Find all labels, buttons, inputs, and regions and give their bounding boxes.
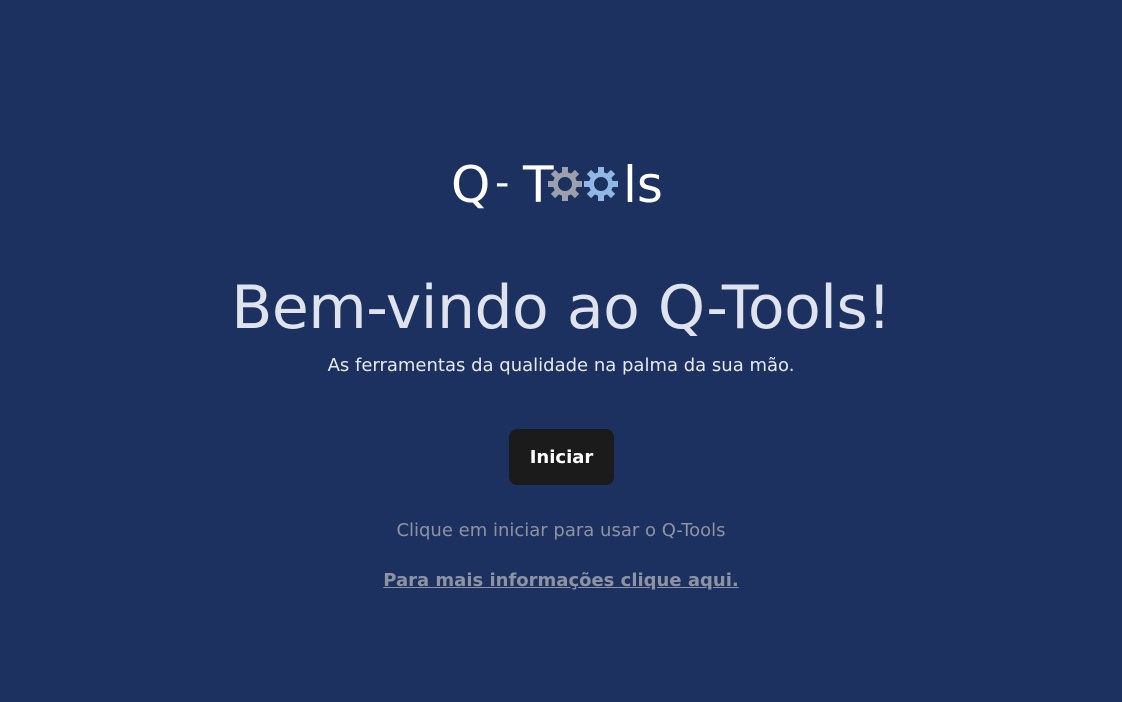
logo-letters-ls: ls xyxy=(623,156,663,214)
more-info-container: Para mais informações clique aqui. xyxy=(0,569,1122,593)
logo-dash: - xyxy=(495,160,509,206)
q-tools-logo-svg: Q - T ls xyxy=(451,156,663,214)
start-hint: Clique em iniciar para usar o Q-Tools xyxy=(396,520,726,541)
gear-icon xyxy=(548,167,582,201)
more-info-link[interactable]: Para mais informações clique aqui. xyxy=(383,570,738,591)
logo-letter-q: Q xyxy=(451,156,490,214)
start-button[interactable]: Iniciar xyxy=(509,429,614,485)
gear-icon xyxy=(584,167,618,201)
page-subtitle: As ferramentas da qualidade na palma da … xyxy=(327,355,795,376)
page-title: Bem-vindo ao Q-Tools! xyxy=(231,273,891,343)
q-tools-logo: Q - T ls xyxy=(0,150,1122,220)
welcome-page: Q - T ls Bem-vindo ao Q-Tools! As ferram… xyxy=(0,0,1122,702)
